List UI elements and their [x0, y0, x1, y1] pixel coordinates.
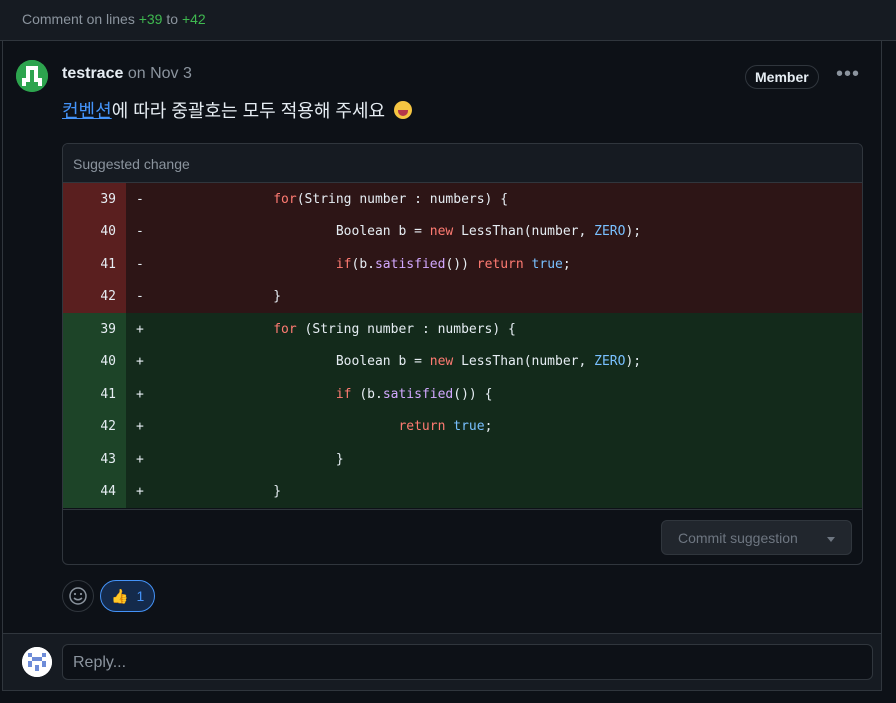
code-line: return true; [398, 419, 493, 435]
header-to-word: to [166, 11, 179, 27]
current-user-avatar [22, 647, 52, 677]
thumbs-up-reaction[interactable]: 👍 1 [100, 580, 156, 612]
diff-sign: + [136, 451, 144, 467]
code-line: if (b.satisfied()) { [335, 386, 493, 402]
header-prefix: Comment on lines [22, 11, 135, 27]
diff-line-removed: 41 - if(b.satisfied()) return true; [63, 248, 862, 281]
diff-sign: - [136, 289, 144, 305]
comment-body: 컨벤션에 따라 중괄호는 모두 적용해 주세요 [62, 97, 413, 123]
comment-date[interactable]: on Nov 3 [128, 65, 192, 82]
comment-lines-header: Comment on lines +39 to +42 [0, 0, 896, 41]
reply-input[interactable]: Reply... [62, 644, 873, 680]
smiley-icon [69, 587, 87, 605]
line-number: 44 [63, 475, 126, 508]
diff-sign: + [136, 419, 144, 435]
line-number: 43 [63, 443, 126, 476]
code-line: } [148, 451, 344, 467]
code-line: } [148, 289, 282, 305]
line-number: 39 [63, 183, 126, 216]
author-name[interactable]: testrace [62, 65, 123, 82]
suggestion-footer: Commit suggestion [63, 509, 862, 564]
diff-sign: - [136, 191, 144, 207]
author-line: testrace on Nov 3 [62, 65, 192, 83]
author-avatar[interactable] [16, 60, 48, 92]
kebab-horizontal-icon[interactable]: ••• [834, 64, 862, 88]
diff-sign: + [136, 321, 144, 337]
diff-line-removed: 39 - for(String number : numbers) { [63, 183, 862, 216]
diff-line-removed: 42 - } [63, 280, 862, 313]
diff-sign: + [136, 386, 144, 402]
identicon-icon [16, 60, 48, 92]
diff-line-removed: 40 - Boolean b = new LessThan(number, ZE… [63, 215, 862, 248]
code-line: } [148, 484, 282, 500]
line-number: 41 [63, 378, 126, 411]
diff-sign: - [136, 224, 144, 240]
commit-suggestion-button[interactable]: Commit suggestion [661, 520, 852, 555]
identicon-icon [22, 647, 52, 677]
diff-line-added: 43 + } [63, 443, 862, 476]
diff-line-added: 44 + } [63, 475, 862, 508]
convention-link[interactable]: 컨벤션 [62, 101, 112, 121]
code-line: Boolean b = new LessThan(number, ZERO); [148, 354, 642, 370]
diff-sign: + [136, 484, 144, 500]
line-number: 42 [63, 280, 126, 313]
thumbs-up-icon: 👍 [111, 587, 129, 604]
code-line: for (String number : numbers) { [273, 321, 516, 337]
diff-sign: - [136, 256, 144, 272]
grinning-tongue-emoji [394, 101, 413, 119]
line-number: 40 [63, 345, 126, 378]
diff-line-added: 39 + for (String number : numbers) { [63, 313, 862, 346]
reaction-count: 1 [136, 588, 145, 604]
code-line: if(b.satisfied()) return true; [335, 256, 571, 272]
suggested-change-box: Suggested change 39 - for(String number … [62, 143, 863, 565]
diff-line-added: 42 + return true; [63, 410, 862, 443]
line-number: 40 [63, 215, 126, 248]
line-number: 39 [63, 313, 126, 346]
diff-sign: + [136, 354, 144, 370]
header-to-line: +42 [181, 11, 206, 27]
suggested-change-title: Suggested change [63, 144, 862, 183]
diff-line-added: 40 + Boolean b = new LessThan(number, ZE… [63, 345, 862, 378]
add-reaction-button[interactable] [62, 580, 94, 612]
diff-view: 39 - for(String number : numbers) { 40 -… [63, 183, 862, 508]
code-line: for(String number : numbers) { [273, 191, 509, 207]
commit-suggestion-label: Commit suggestion [678, 530, 798, 546]
diff-line-added: 41 + if (b.satisfied()) { [63, 378, 862, 411]
line-number: 42 [63, 410, 126, 443]
code-line: Boolean b = new LessThan(number, ZERO); [148, 224, 642, 240]
line-number: 41 [63, 248, 126, 281]
comment-text: 에 따라 중괄호는 모두 적용해 주세요 [111, 101, 386, 121]
header-from-line: +39 [138, 11, 163, 27]
member-badge: Member [745, 65, 819, 89]
chevron-down-icon[interactable] [827, 537, 835, 542]
